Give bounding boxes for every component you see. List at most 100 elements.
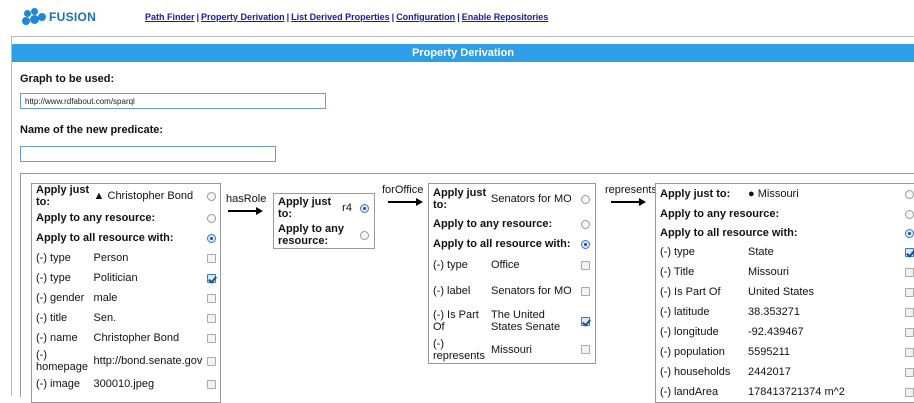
nav-link-list-derived-properties[interactable]: List Derived Properties — [291, 12, 390, 22]
property-row: (-) Is Part Of The United States Senate — [429, 306, 595, 336]
property-row: (-) title Sen. — [32, 308, 220, 328]
apply-all-label: Apply to all resource with: — [433, 238, 571, 250]
edge-has-role: hasRole — [226, 193, 270, 215]
apply-just-label: Apply just to: — [36, 184, 90, 208]
property-row: (-) Title Missouri — [656, 262, 914, 282]
property-checkbox[interactable] — [206, 273, 216, 283]
apply-any-radio[interactable] — [206, 213, 216, 223]
property-checkbox[interactable] — [580, 316, 590, 326]
nav-link-path-finder[interactable]: Path Finder — [145, 12, 195, 22]
property-name: (-) type — [660, 246, 695, 258]
property-name: (-) title — [36, 312, 68, 324]
logo-dots-icon — [22, 8, 46, 26]
bullet-icon: ● — [748, 188, 755, 200]
property-row: (-) latitude 38.353271 — [656, 302, 914, 322]
property-name: (-) Title — [660, 266, 695, 278]
property-row: (-) landArea 178413721374 m^2 — [656, 382, 914, 402]
page-title: Property Derivation — [12, 44, 914, 62]
property-name: (-) landArea — [660, 386, 719, 398]
property-value: 300010.jpeg — [93, 378, 155, 390]
property-checkbox[interactable] — [580, 345, 590, 355]
property-value: 178413721374 m^2 — [748, 386, 845, 398]
property-row: (-) longitude -92.439467 — [656, 322, 914, 342]
apply-any-radio[interactable] — [359, 230, 369, 240]
property-checkbox[interactable] — [904, 307, 914, 317]
property-value: Missouri — [748, 266, 789, 278]
property-row: (-) Is Part Of United States — [656, 282, 914, 302]
property-row: (-) represents Missouri — [429, 336, 595, 363]
fusion-logo[interactable]: FUSION — [22, 8, 96, 26]
property-name: (-) households — [660, 366, 731, 378]
property-checkbox[interactable] — [206, 253, 216, 263]
apply-just-label: Apply just to: — [433, 187, 487, 211]
property-checkbox[interactable] — [580, 286, 590, 296]
property-checkbox[interactable] — [904, 347, 914, 357]
apply-just-radio[interactable] — [580, 194, 590, 204]
property-name: (-) image — [36, 378, 81, 390]
apply-any-label: Apply to any resource: — [278, 223, 345, 247]
property-row: (-) gender male — [32, 288, 220, 308]
apply-any-radio[interactable] — [580, 219, 590, 229]
property-row: (-) type Office — [429, 254, 595, 276]
nav-link-property-derivation[interactable]: Property Derivation — [201, 12, 285, 22]
nav-link-configuration[interactable]: Configuration — [396, 12, 455, 22]
apply-any-radio[interactable] — [904, 209, 914, 219]
apply-just-label: Apply just to: — [660, 188, 731, 200]
property-value: 38.353271 — [748, 306, 800, 318]
property-checkbox[interactable] — [206, 356, 216, 366]
property-checkbox[interactable] — [904, 327, 914, 337]
apply-just-label: Apply just to: — [278, 196, 332, 220]
resource-name: Missouri — [757, 188, 799, 200]
resource-name: r4 — [342, 202, 352, 214]
apply-just-radio[interactable] — [359, 203, 369, 213]
node-christopher-bond: Apply just to: ▲ Christopher Bond Apply … — [31, 183, 221, 403]
property-row: (-) households 2442017 — [656, 362, 914, 382]
graph-url-input[interactable] — [20, 93, 326, 109]
logo-text: FUSION — [49, 10, 97, 24]
top-bar: FUSION Path Finder | Property Derivation | L… — [0, 0, 914, 32]
property-value: Missouri — [491, 343, 532, 356]
property-name: (-) homepage — [36, 349, 88, 373]
apply-all-radio[interactable] — [904, 228, 914, 238]
edge-label: forOffice — [382, 184, 424, 196]
apply-all-label: Apply to all resource with: — [660, 227, 798, 239]
property-checkbox[interactable] — [904, 367, 914, 377]
property-checkbox[interactable] — [206, 293, 216, 303]
property-checkbox[interactable] — [904, 387, 914, 397]
property-name: (-) latitude — [660, 306, 710, 318]
property-name: (-) longitude — [660, 326, 719, 338]
property-checkbox[interactable] — [206, 313, 216, 323]
property-checkbox[interactable] — [904, 267, 914, 277]
property-checkbox[interactable] — [580, 260, 590, 270]
edge-label: hasRole — [226, 193, 267, 205]
property-checkbox[interactable] — [904, 247, 914, 257]
property-row: (-) type Person — [32, 248, 220, 268]
nav-link-enable-repositories[interactable]: Enable Repositories — [462, 12, 549, 22]
right-arrow-icon — [228, 207, 263, 215]
property-name: (-) population — [660, 346, 725, 358]
node-senators-for-mo: Apply just to: Senators for MO Apply to … — [428, 183, 596, 364]
property-checkbox[interactable] — [206, 333, 216, 343]
graph-label: Graph to be used: — [20, 73, 115, 85]
property-row: (-) label Senators for MO — [429, 276, 595, 306]
property-name: (-) Is Part Of — [660, 286, 721, 298]
apply-all-radio[interactable] — [206, 233, 216, 243]
apply-any-label: Apply to any resource: — [660, 208, 780, 220]
apply-all-radio[interactable] — [580, 239, 590, 249]
edge-label: represents — [605, 184, 657, 196]
apply-just-radio[interactable] — [206, 191, 216, 201]
property-value: -92.439467 — [748, 326, 804, 338]
apply-just-radio[interactable] — [904, 189, 914, 199]
property-row: (-) type Politician — [32, 268, 220, 288]
main-panel: Property Derivation Graph to be used: Na… — [11, 36, 914, 403]
predicate-name-input[interactable] — [20, 146, 276, 162]
path-container: Apply just to: ▲ Christopher Bond Apply … — [20, 173, 914, 403]
property-value: male — [93, 292, 118, 304]
property-name: (-) type — [36, 252, 71, 264]
property-value: 5595211 — [748, 346, 791, 358]
property-value: Christopher Bond — [93, 332, 180, 344]
property-checkbox[interactable] — [206, 379, 216, 389]
property-checkbox[interactable] — [904, 287, 914, 297]
edge-represents: represents — [605, 184, 659, 206]
triangle-icon: ▲ — [93, 190, 105, 202]
